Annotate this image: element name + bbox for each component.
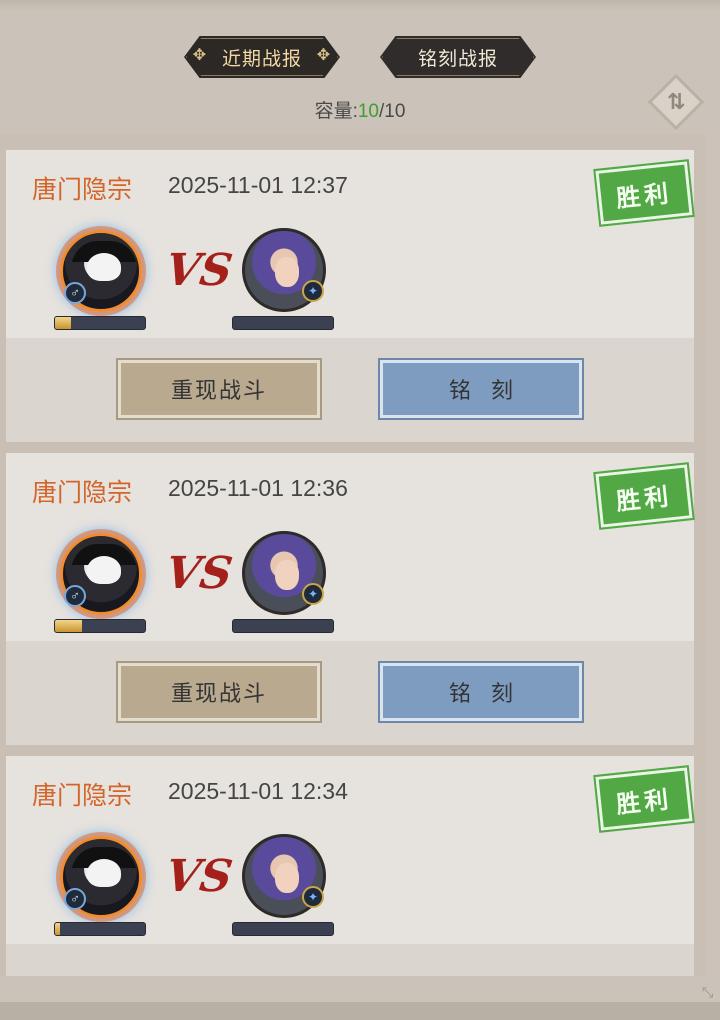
guild-name: 唐门隐宗 [32,479,133,507]
top-decoration [0,0,720,12]
report-tabs: ✥ 近期战报 ✥ 铭刻战报 [0,36,720,78]
sect-icon: ✦ [302,583,324,605]
capacity-label: 容量: [314,101,358,122]
progress-fill [55,923,61,935]
victory-stamp: 胜利 [593,461,695,531]
tab-label: 近期战报 [221,48,302,70]
mask-shape [87,859,121,887]
engrave-button[interactable]: 铭刻 [378,358,584,420]
opponent-progress-bar [232,316,334,330]
capacity-used: 10 [357,101,379,122]
tab-recent-reports[interactable]: ✥ 近期战报 ✥ [184,36,340,78]
vs-icon: VS [162,245,236,296]
capacity-total: 10 [384,101,406,122]
engrave-button[interactable]: 铭刻 [378,661,584,723]
resize-corner-icon: ⤡ [702,984,714,1000]
progress-fill [55,317,72,329]
guild-name: 唐门隐宗 [32,176,133,204]
tab-label: 铭刻战报 [417,48,498,70]
replay-battle-button[interactable]: 重现战斗 [116,661,322,723]
player-progress-bar [54,619,146,633]
guild-name: 唐门隐宗 [32,782,133,810]
victory-stamp: 胜利 [593,764,695,834]
mask-shape [87,556,121,584]
vs-icon: VS [162,548,236,599]
report-card: 唐门隐宗 2025-11-01 12:36 胜利 ♂ VS ✦ 重现战斗 铭刻 [6,453,695,745]
ornament-icon: ✥ [316,47,332,64]
tab-engraved-reports[interactable]: 铭刻战报 [380,36,536,78]
male-icon: ♂ [64,888,86,910]
sect-icon: ✦ [302,280,324,302]
battle-time: 2025-11-01 12:36 [168,475,348,501]
face-shape [275,560,299,590]
report-card: 唐门隐宗 2025-11-01 12:37 胜利 ♂ VS ✦ 重现战斗 铭刻 [6,150,695,442]
opponent-progress-bar [232,619,334,633]
male-icon: ♂ [64,585,86,607]
replay-battle-button[interactable]: 重现战斗 [116,358,322,420]
face-shape [275,863,299,893]
vs-icon: VS [162,851,236,902]
mask-shape [87,253,121,281]
battle-time: 2025-11-01 12:37 [168,172,348,198]
opponent-progress-bar [232,922,334,936]
scrolling-text-strip [0,1002,720,1020]
capacity-readout: 容量:10/10 [0,96,720,123]
victory-stamp: 胜利 [593,158,695,228]
report-card: 唐门隐宗 2025-11-01 12:34 胜利 ♂ VS ✦ [6,756,695,976]
player-progress-bar [54,922,146,936]
progress-fill [55,620,82,632]
player-progress-bar [54,316,146,330]
swap-icon: ⇅ [666,89,686,114]
sect-icon: ✦ [302,886,324,908]
face-shape [275,257,299,287]
male-icon: ♂ [64,282,86,304]
ornament-icon: ✥ [192,47,208,64]
battle-time: 2025-11-01 12:34 [168,778,348,804]
reports-list[interactable]: 唐门隐宗 2025-11-01 12:37 胜利 ♂ VS ✦ 重现战斗 铭刻 … [0,134,706,976]
